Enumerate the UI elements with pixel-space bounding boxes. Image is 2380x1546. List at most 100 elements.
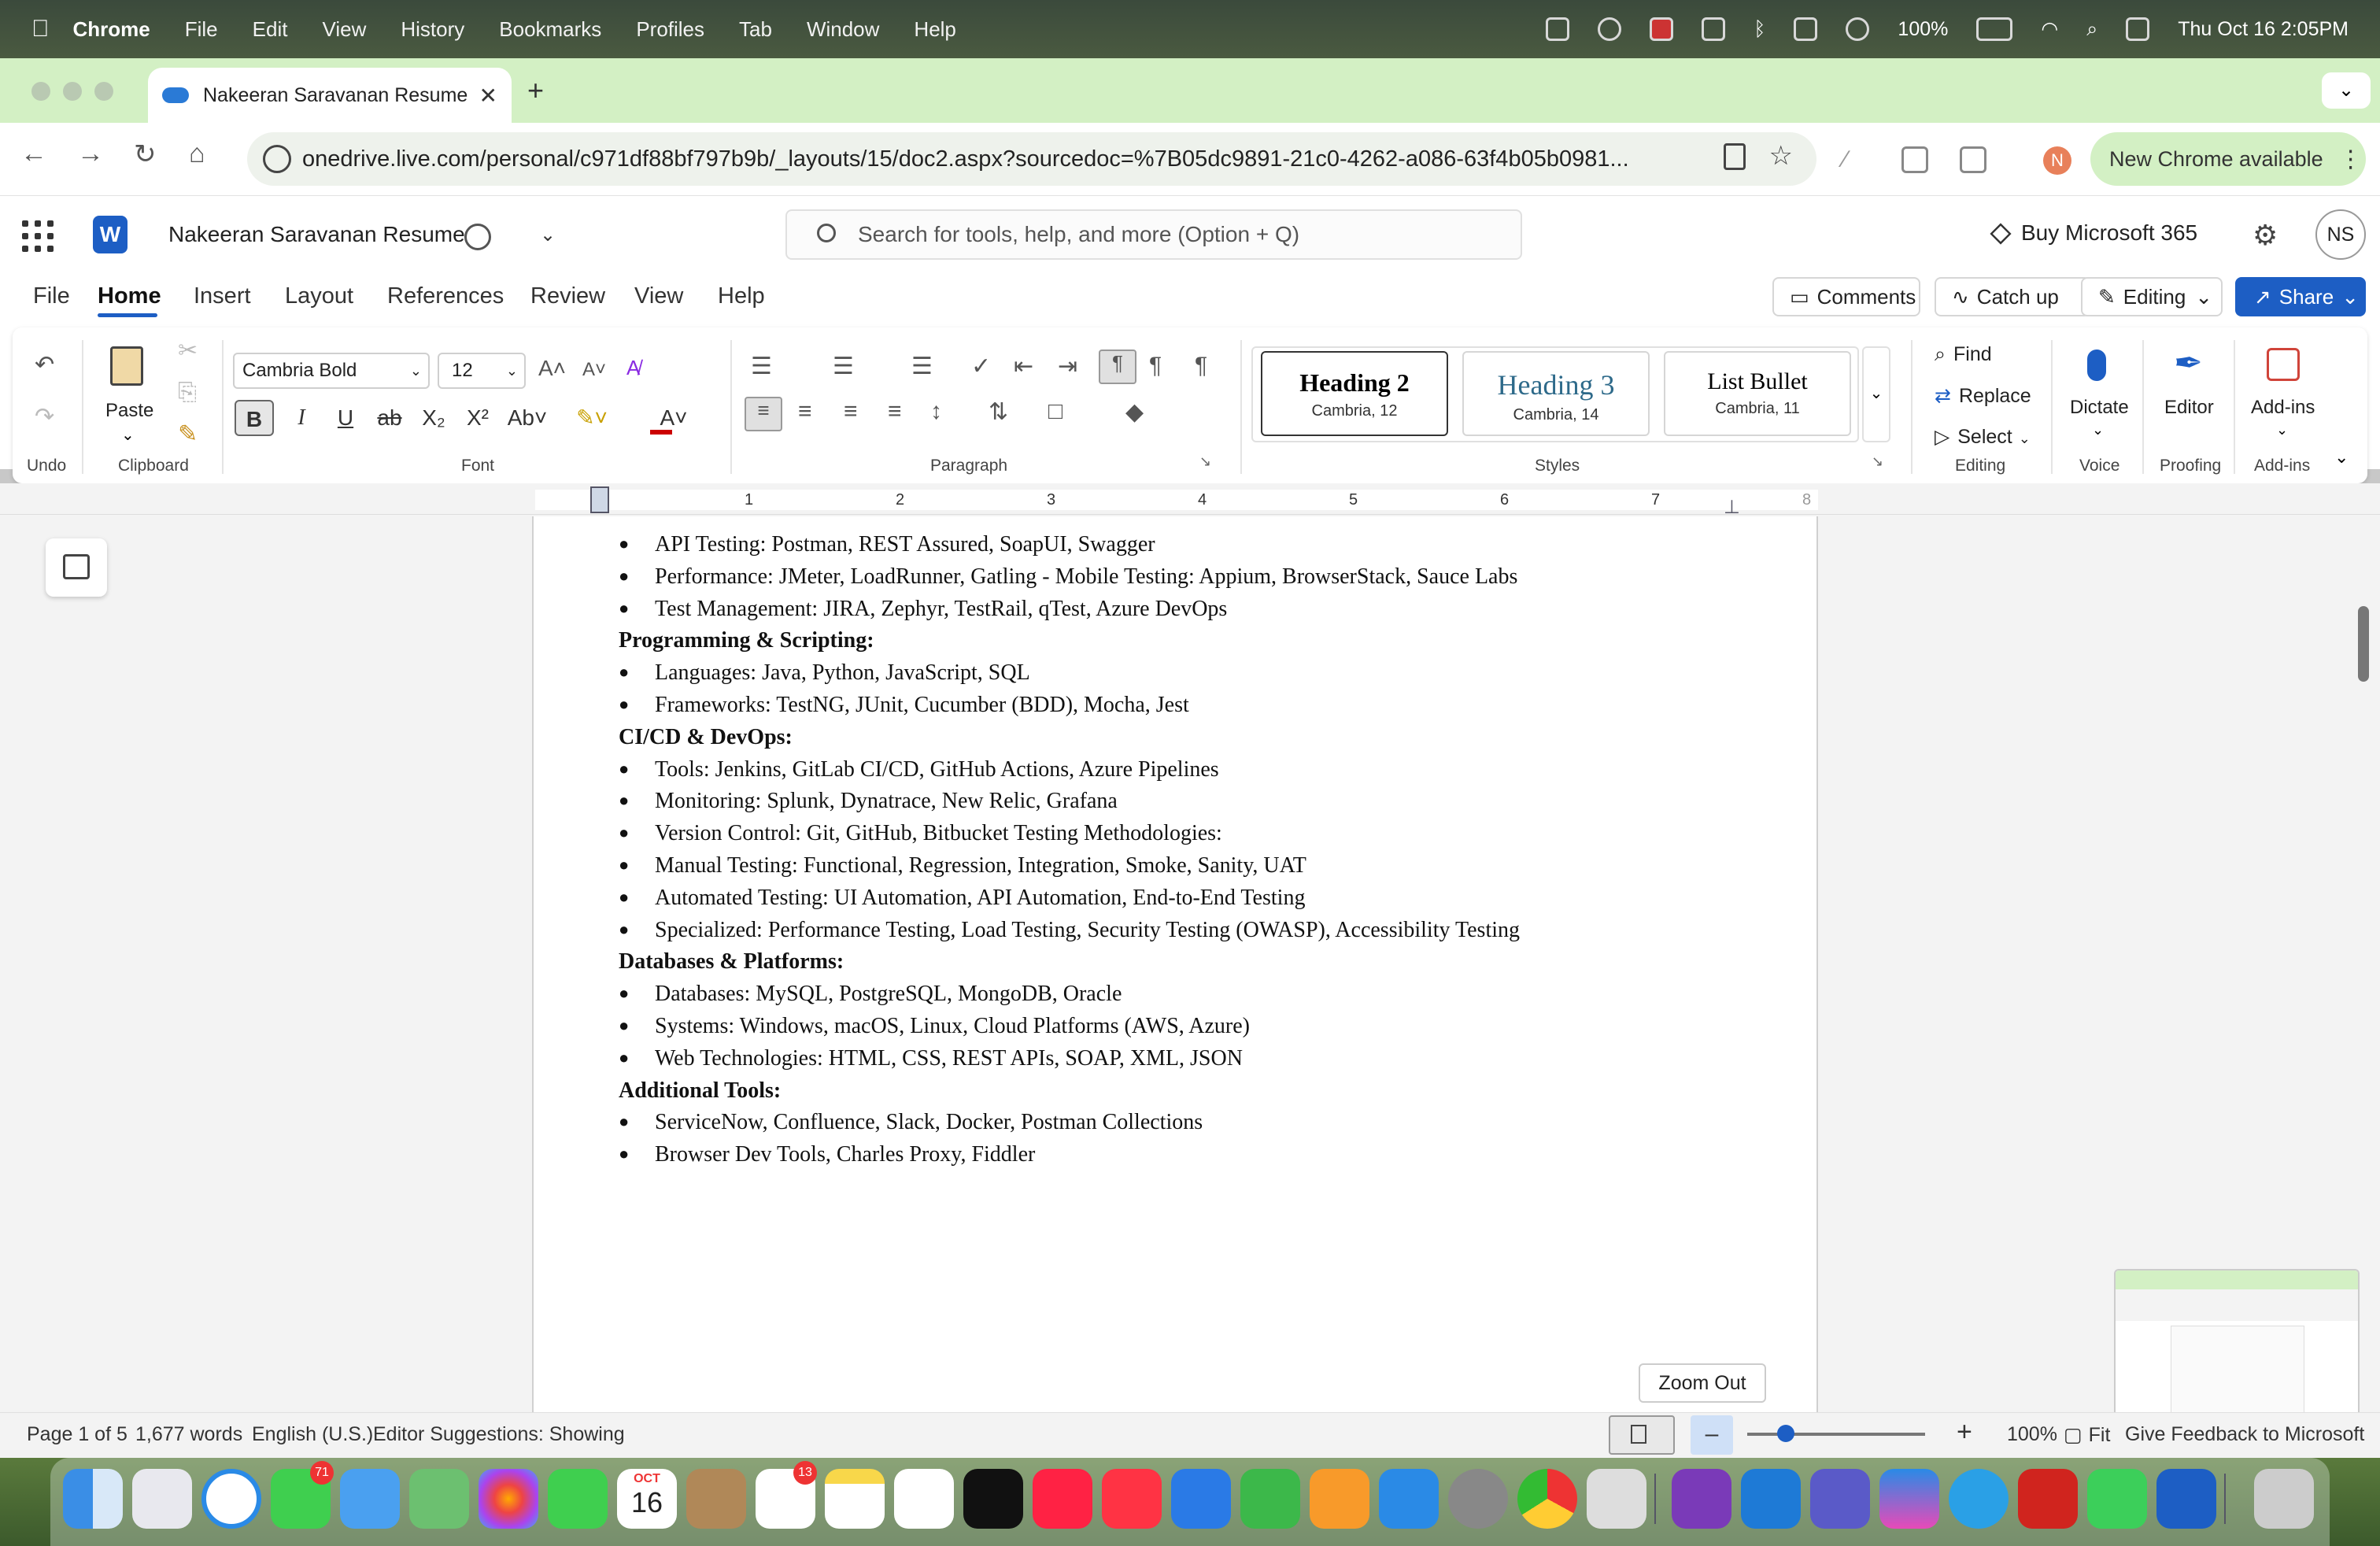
vertical-scrollbar[interactable] [2358, 606, 2369, 682]
list-item[interactable]: Version Control: Git, GitHub, Bitbucket … [655, 821, 1222, 846]
news-icon[interactable] [1033, 1469, 1092, 1529]
editor-label[interactable]: Editor [2164, 397, 2214, 419]
copy-icon[interactable]: ⎘ [178, 379, 197, 406]
window-minimize-button[interactable] [63, 82, 82, 101]
tab-home[interactable]: Home [98, 283, 161, 309]
facetime-icon[interactable] [548, 1469, 608, 1529]
grow-font-icon[interactable]: A˄ [538, 356, 566, 381]
new-tab-button[interactable]: + [527, 74, 544, 107]
mail-icon[interactable] [340, 1469, 400, 1529]
pages-icon[interactable] [1310, 1469, 1369, 1529]
font-size-dropdown[interactable]: 12 ⌄ [438, 353, 526, 389]
extension-feather-icon[interactable]: ∕ [1843, 146, 1870, 173]
vscode-icon[interactable] [1741, 1469, 1801, 1529]
strikethrough-button[interactable]: ab [370, 400, 409, 436]
clipboard-icon[interactable] [1724, 143, 1746, 170]
navigation-pane-button[interactable] [46, 538, 107, 597]
style-list-bullet[interactable]: List Bullet Cambria, 11 [1664, 351, 1851, 436]
bold-button[interactable]: B [235, 400, 274, 436]
address-bar[interactable]: onedrive.live.com/personal/c971df88bf797… [247, 132, 1816, 186]
align-right-icon[interactable]: ≡ [844, 398, 858, 425]
safari-icon[interactable] [201, 1469, 261, 1529]
word-logo-icon[interactable]: W [93, 216, 128, 253]
format-painter-icon[interactable]: ✎ [178, 420, 198, 448]
extensions-puzzle-icon[interactable] [1960, 146, 1986, 173]
list-item[interactable]: Languages: Java, Python, JavaScript, SQL [655, 660, 1030, 686]
cube-icon[interactable] [1546, 17, 1570, 41]
music-icon[interactable] [1102, 1469, 1162, 1529]
zoom-slider[interactable] [1747, 1433, 1925, 1436]
styles-dialog-launcher-icon[interactable]: ↘ [1872, 453, 1883, 470]
window-zoom-button[interactable] [94, 82, 113, 101]
freeform-icon[interactable] [894, 1469, 954, 1529]
chevron-down-icon[interactable]: ⌄ [2092, 422, 2104, 438]
word-dock-icon[interactable] [2156, 1469, 2216, 1529]
screen-mirror-icon[interactable] [1794, 17, 1818, 41]
catch-up-button[interactable]: ∿ Catch up [1935, 277, 2090, 316]
list-item[interactable]: Web Technologies: HTML, CSS, REST APIs, … [655, 1046, 1243, 1071]
give-feedback-link[interactable]: Give Feedback to Microsoft [2125, 1423, 2364, 1446]
indent-marker-icon[interactable] [590, 486, 609, 513]
tab-search-button[interactable]: ⌄ [2322, 72, 2371, 109]
window-close-button[interactable] [31, 82, 50, 101]
menu-bookmarks[interactable]: Bookmarks [499, 17, 601, 42]
section-heading[interactable]: CI/CD & DevOps: [619, 725, 793, 750]
align-left-icon[interactable]: ≡ [745, 397, 782, 431]
site-info-icon[interactable] [263, 145, 291, 173]
tab-insert[interactable]: Insert [194, 283, 251, 309]
chevron-down-icon[interactable]: ⌄ [2276, 422, 2288, 438]
subscript-button[interactable]: X₂ [414, 400, 453, 436]
menu-app-name[interactable]: Chrome [73, 17, 150, 42]
apple-tv-icon[interactable] [963, 1469, 1023, 1529]
redo-icon[interactable]: ↷ [35, 403, 54, 431]
reload-icon[interactable]: ↻ [134, 139, 157, 170]
menu-profiles[interactable]: Profiles [636, 17, 704, 42]
highlight-color-button[interactable]: ✎˅ [560, 400, 623, 436]
bullets-icon[interactable]: ☰ [751, 353, 772, 380]
paste-icon[interactable] [110, 346, 143, 386]
numbers-icon[interactable] [1240, 1469, 1300, 1529]
decrease-indent-icon[interactable]: ⇤ [1014, 353, 1033, 380]
app-store-icon[interactable] [1379, 1469, 1439, 1529]
launchpad-icon[interactable] [132, 1469, 192, 1529]
style-heading-2[interactable]: Heading 2 Cambria, 12 [1261, 351, 1448, 436]
whatsapp-icon[interactable] [2087, 1469, 2147, 1529]
app-launcher-icon[interactable] [22, 220, 54, 252]
list-item[interactable]: Manual Testing: Functional, Regression, … [655, 853, 1306, 878]
multilevel-list-icon[interactable]: ☰ [911, 353, 933, 380]
account-avatar[interactable]: NS [2315, 209, 2366, 260]
increase-indent-icon[interactable]: ⇥ [1058, 353, 1077, 380]
notes-icon[interactable] [825, 1469, 885, 1529]
select-button[interactable]: ▷ Select ⌄ [1935, 425, 2031, 449]
paragraph-spacing-icon[interactable]: ⇅ [989, 398, 1008, 426]
system-settings-icon[interactable] [1448, 1469, 1508, 1529]
chevron-down-icon[interactable]: ⌄ [121, 425, 135, 445]
saved-status-icon[interactable] [464, 224, 491, 250]
word-count[interactable]: 1,677 words [135, 1423, 242, 1446]
language-status[interactable]: English (U.S.) [252, 1423, 373, 1446]
list-item[interactable]: Tools: Jenkins, GitLab CI/CD, GitHub Act… [655, 757, 1219, 782]
chevron-down-icon[interactable]: ⌄ [540, 224, 556, 246]
tab-help[interactable]: Help [718, 283, 765, 309]
back-icon[interactable]: ← [20, 139, 47, 169]
document-title[interactable]: Nakeeran Saravanan Resume [168, 222, 465, 247]
spotlight-search-icon[interactable]: ⌕ [2086, 18, 2097, 41]
menubar-datetime[interactable]: Thu Oct 16 2:05PM [2178, 18, 2349, 41]
zoom-slider-handle[interactable] [1777, 1425, 1794, 1442]
list-item[interactable]: ServiceNow, Confluence, Slack, Docker, P… [655, 1110, 1203, 1135]
editor-pen-icon[interactable]: ✒ [2174, 343, 2203, 383]
section-heading[interactable]: Databases & Platforms: [619, 949, 844, 975]
change-case-button[interactable]: Ab˅ [504, 400, 551, 436]
chrome-profile-avatar[interactable]: N [2043, 146, 2071, 175]
apple-icon[interactable]:  [31, 16, 50, 43]
telegram-icon[interactable] [1949, 1469, 2009, 1529]
replace-button[interactable]: ⇄ Replace [1935, 384, 2031, 408]
list-item[interactable]: Test Management: JIRA, Zephyr, TestRail,… [655, 597, 1227, 622]
window-preview-thumbnail[interactable] [2114, 1269, 2360, 1426]
microphone-icon[interactable] [2087, 350, 2106, 381]
kebab-menu-icon[interactable]: ⋮ [2339, 146, 2363, 173]
browser-tab-active[interactable]: Nakeeran Saravanan Resume ✕ [148, 68, 512, 123]
finder-icon[interactable] [63, 1469, 123, 1529]
new-chrome-available-button[interactable]: New Chrome available ⋮ [2090, 132, 2366, 186]
menu-edit[interactable]: Edit [253, 17, 288, 42]
